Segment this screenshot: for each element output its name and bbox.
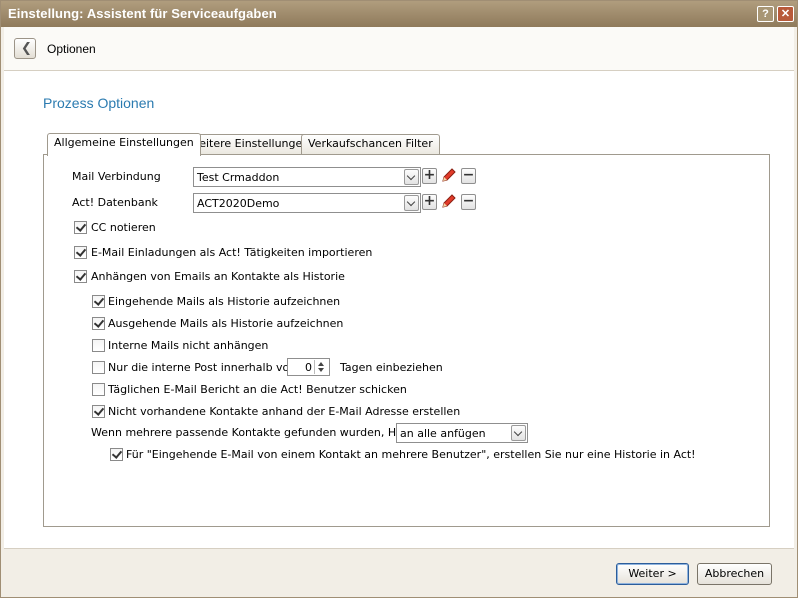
title-bar: Einstellung: Assistent für Serviceaufgab… bbox=[1, 1, 797, 27]
mail-connection-label: Mail Verbindung bbox=[72, 170, 161, 183]
edit-pencil-icon[interactable] bbox=[440, 167, 457, 184]
nav-title: Optionen bbox=[47, 42, 96, 56]
invites-checkbox[interactable] bbox=[74, 246, 87, 259]
mail-connection-value: Test Crmaddon bbox=[197, 171, 280, 184]
add-database-button[interactable]: + bbox=[422, 194, 437, 210]
chevron-left-icon: ❮ bbox=[21, 41, 32, 56]
single-history-checkbox[interactable] bbox=[110, 448, 123, 461]
attach-checkbox[interactable] bbox=[74, 270, 87, 283]
incoming-label: Eingehende Mails als Historie aufzeichne… bbox=[108, 295, 341, 308]
edit-pencil-icon[interactable] bbox=[440, 193, 457, 210]
only-internal-checkbox[interactable] bbox=[92, 361, 105, 374]
incoming-checkbox[interactable] bbox=[92, 295, 105, 308]
database-select[interactable]: ACT2020Demo bbox=[193, 193, 421, 213]
database-label: Act! Datenbank bbox=[72, 196, 158, 209]
arrow-down-icon bbox=[318, 368, 324, 372]
stepper-arrows-icon[interactable] bbox=[314, 360, 328, 374]
settings-window: Einstellung: Assistent für Serviceaufgab… bbox=[0, 0, 798, 598]
main-content: Prozess Optionen Allgemeine Einstellunge… bbox=[4, 71, 794, 548]
multiple-contacts-select[interactable]: an alle anfügen bbox=[396, 423, 528, 443]
outgoing-checkbox[interactable] bbox=[92, 317, 105, 330]
next-button[interactable]: Weiter > bbox=[616, 563, 689, 585]
chevron-down-icon[interactable] bbox=[511, 425, 526, 441]
tab-verkaufschancen-filter[interactable]: Verkaufschancen Filter bbox=[301, 134, 440, 154]
create-contacts-label: Nicht vorhandene Kontakte anhand der E-M… bbox=[108, 405, 461, 418]
tab-weitere-einstellungen[interactable]: Weitere Einstellungen bbox=[182, 134, 317, 154]
days-suffix-label: Tagen einbeziehen bbox=[340, 361, 443, 374]
create-contacts-checkbox[interactable] bbox=[92, 405, 105, 418]
daily-report-label: Täglichen E-Mail Bericht an die Act! Ben… bbox=[108, 383, 407, 396]
tab-allgemeine-einstellungen[interactable]: Allgemeine Einstellungen bbox=[47, 133, 201, 156]
window-title: Einstellung: Assistent für Serviceaufgab… bbox=[8, 6, 277, 21]
multiple-contacts-value: an alle anfügen bbox=[400, 427, 486, 440]
multiple-contacts-label: Wenn mehrere passende Kontakte gefunden … bbox=[91, 426, 431, 439]
daily-report-checkbox[interactable] bbox=[92, 383, 105, 396]
internal-checkbox[interactable] bbox=[92, 339, 105, 352]
mail-connection-select[interactable]: Test Crmaddon bbox=[193, 167, 421, 187]
attach-label: Anhängen von Emails an Kontakte als Hist… bbox=[91, 270, 345, 283]
cc-checkbox[interactable] bbox=[74, 221, 87, 234]
chevron-down-icon[interactable] bbox=[404, 195, 419, 211]
days-stepper[interactable]: 0 bbox=[287, 358, 330, 376]
days-value: 0 bbox=[305, 361, 312, 374]
section-title: Prozess Optionen bbox=[43, 95, 155, 111]
database-value: ACT2020Demo bbox=[197, 197, 280, 210]
footer-bar: Weiter > Abbrechen bbox=[4, 548, 794, 596]
navigation-bar: ❮ Optionen bbox=[4, 27, 794, 71]
cancel-button[interactable]: Abbrechen bbox=[697, 563, 772, 585]
cc-label: CC notieren bbox=[91, 221, 156, 234]
internal-label: Interne Mails nicht anhängen bbox=[108, 339, 269, 352]
invites-label: E-Mail Einladungen als Act! Tätigkeiten … bbox=[91, 246, 373, 259]
arrow-up-icon bbox=[318, 362, 324, 366]
add-mail-connection-button[interactable]: + bbox=[422, 168, 437, 184]
back-button[interactable]: ❮ bbox=[14, 38, 36, 59]
only-internal-label: Nur die interne Post innerhalb von bbox=[108, 361, 297, 374]
close-button[interactable]: ✕ bbox=[777, 6, 794, 22]
chevron-down-icon[interactable] bbox=[404, 169, 419, 185]
help-button[interactable]: ? bbox=[757, 6, 774, 22]
remove-mail-connection-button[interactable]: − bbox=[461, 168, 476, 184]
tab-panel: Mail Verbindung Test Crmaddon + − Act! D… bbox=[43, 154, 770, 527]
outgoing-label: Ausgehende Mails als Historie aufzeichne… bbox=[108, 317, 344, 330]
remove-database-button[interactable]: − bbox=[461, 194, 476, 210]
single-history-label: Für "Eingehende E-Mail von einem Kontakt… bbox=[126, 448, 696, 461]
